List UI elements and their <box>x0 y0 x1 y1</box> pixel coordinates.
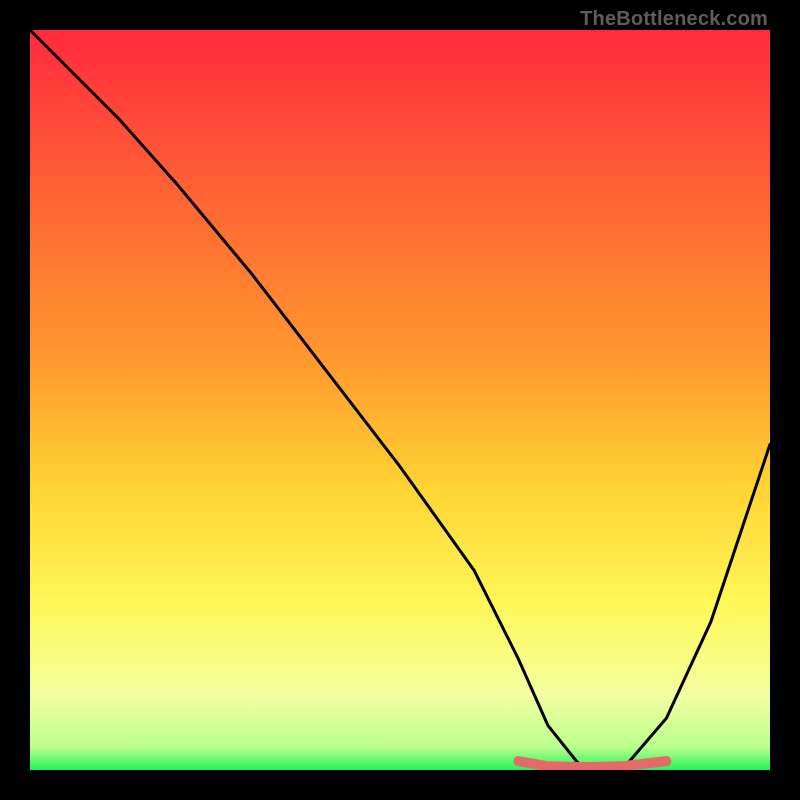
watermark-text: TheBottleneck.com <box>580 8 768 31</box>
bottleneck-curve <box>30 30 770 770</box>
chart-overlay <box>30 30 770 770</box>
accent-valley-curve <box>518 761 666 767</box>
plot-area <box>30 30 770 770</box>
chart-root: { "watermark": "TheBottleneck.com", "col… <box>0 0 800 800</box>
